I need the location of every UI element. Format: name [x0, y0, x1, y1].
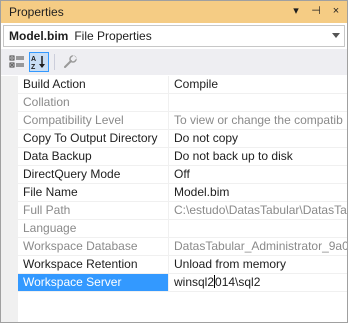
svg-text:A: A	[31, 56, 36, 63]
alphabetical-button[interactable]: A Z	[29, 52, 49, 72]
grid-gutter	[1, 76, 18, 322]
property-name: Full Path	[18, 202, 169, 219]
property-row-file-name[interactable]: File Name Model.bim	[18, 184, 347, 202]
property-row-copy-to-output[interactable]: Copy To Output Directory Do not copy	[18, 130, 347, 148]
property-name: File Name	[18, 184, 169, 201]
property-name: Workspace Database	[18, 238, 169, 255]
property-pages-button[interactable]	[60, 52, 80, 72]
toolbar: A Z	[1, 49, 347, 75]
property-row-build-action[interactable]: Build Action Compile	[18, 76, 347, 94]
property-value[interactable]: Model.bim	[169, 184, 347, 201]
chevron-down-icon[interactable]	[332, 33, 340, 38]
property-name: Collation	[18, 94, 169, 111]
property-grid: Build Action Compile Collation Compatibi…	[1, 76, 347, 322]
property-value[interactable]: Do not back up to disk	[169, 148, 347, 165]
property-row-directquery-mode[interactable]: DirectQuery Mode Off	[18, 166, 347, 184]
object-selector[interactable]: Model.bim File Properties	[3, 25, 345, 47]
wrench-icon	[64, 55, 77, 68]
property-value: To view or change the compatib	[174, 113, 343, 127]
property-name: Workspace Server	[18, 274, 169, 291]
sort-alphabetical-icon: A Z	[31, 56, 45, 70]
property-name: Build Action	[18, 76, 169, 93]
property-name: DirectQuery Mode	[18, 166, 169, 183]
object-name: Model.bim	[9, 29, 69, 43]
property-row-language[interactable]: Language	[18, 220, 347, 238]
property-row-workspace-server[interactable]: Workspace Server winsql2014\sql2	[18, 274, 347, 292]
input-text-before-caret: winsql2	[174, 275, 215, 289]
property-value[interactable]: Do not copy	[169, 130, 347, 147]
property-name: Workspace Retention	[18, 256, 169, 273]
categorized-icon	[9, 55, 24, 68]
property-value[interactable]: Compile	[169, 76, 347, 93]
property-row-full-path[interactable]: Full Path C:\estudo\DatasTabular\DatasTa…	[18, 202, 347, 220]
property-value	[169, 220, 347, 237]
title-bar: Properties ▾ ⊣ ×	[1, 1, 347, 23]
property-name: Data Backup	[18, 148, 169, 165]
workspace-server-input[interactable]: winsql2014\sql2	[169, 274, 347, 291]
property-row-workspace-database[interactable]: Workspace Database DatasTabular_Administ…	[18, 238, 347, 256]
svg-text:Z: Z	[31, 64, 36, 70]
window-title: Properties	[9, 5, 64, 19]
property-name: Compatibility Level	[18, 112, 169, 129]
property-row-compatibility-level[interactable]: Compatibility Level To view or change th…	[18, 112, 347, 130]
dropdown-icon[interactable]: ▾	[289, 4, 303, 18]
title-controls: ▾ ⊣ ×	[289, 4, 343, 18]
property-name: Language	[18, 220, 169, 237]
property-value	[169, 94, 347, 111]
pin-icon[interactable]: ⊣	[309, 4, 323, 18]
properties-window: Properties ▾ ⊣ × Model.bim File Properti…	[0, 0, 348, 323]
property-value[interactable]: Off	[169, 166, 347, 183]
property-row-workspace-retention[interactable]: Workspace Retention Unload from memory	[18, 256, 347, 274]
property-row-data-backup[interactable]: Data Backup Do not back up to disk	[18, 148, 347, 166]
property-name: Copy To Output Directory	[18, 130, 169, 147]
categorized-button[interactable]	[7, 52, 27, 72]
property-value: DatasTabular_Administrator_9a0	[174, 239, 347, 253]
property-row-collation[interactable]: Collation	[18, 94, 347, 112]
input-text-after-caret: 014\sql2	[215, 275, 261, 289]
property-value[interactable]: Unload from memory	[169, 256, 347, 273]
property-value: C:\estudo\DatasTabular\DatasTab	[174, 203, 347, 217]
close-icon[interactable]: ×	[329, 4, 343, 18]
object-type: File Properties	[74, 29, 152, 43]
toolbar-separator	[54, 54, 55, 70]
